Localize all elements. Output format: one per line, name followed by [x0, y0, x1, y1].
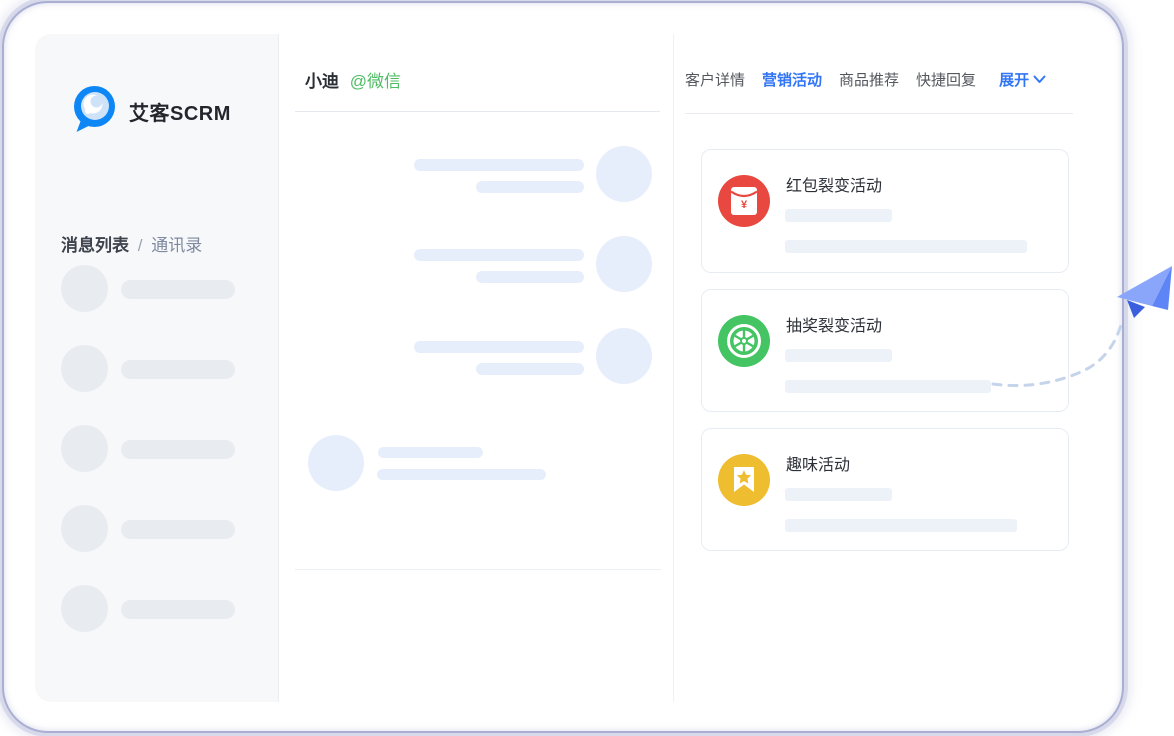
expand-label: 展开	[999, 69, 1029, 90]
brand-logo: 艾客SCRM	[70, 87, 231, 135]
contact-name: 小迪	[305, 72, 339, 91]
paper-plane-icon	[1117, 266, 1172, 318]
message-text-placeholder	[476, 363, 584, 375]
activity-card-lottery[interactable]: 抽奖裂变活动	[701, 289, 1069, 412]
sidebar-nav: 消息列表 / 通讯录	[61, 231, 202, 256]
sidebar: 艾客SCRM 消息列表 / 通讯录	[35, 34, 279, 702]
message-text-placeholder	[414, 159, 584, 171]
card-text-placeholder	[785, 349, 892, 362]
tab-marketing-activities[interactable]: 营销活动	[762, 69, 822, 90]
chat-list-item-placeholder	[61, 505, 271, 553]
text-placeholder	[121, 360, 235, 379]
detail-panel: 客户详情 营销活动 商品推荐 快捷回复 展开	[675, 34, 1095, 702]
chat-list-item-placeholder	[61, 585, 271, 633]
chat-header: 小迪 @微信	[305, 67, 401, 92]
avatar-placeholder	[61, 345, 108, 392]
tab-product-recommend[interactable]: 商品推荐	[839, 69, 899, 90]
message-text-placeholder	[476, 181, 584, 193]
card-title: 抽奖裂变活动	[786, 312, 882, 336]
text-placeholder	[121, 280, 235, 299]
message-text-placeholder	[414, 341, 584, 353]
chat-list-item-placeholder	[61, 425, 271, 473]
message-text-placeholder	[414, 249, 584, 261]
star-badge-icon	[718, 454, 770, 506]
message-text-placeholder	[377, 469, 546, 480]
app-screen: 艾客SCRM 消息列表 / 通讯录	[35, 34, 1095, 702]
sidebar-nav-separator: /	[138, 236, 143, 255]
tab-quick-reply[interactable]: 快捷回复	[916, 69, 976, 90]
activity-card-fun[interactable]: 趣味活动	[701, 428, 1069, 551]
chat-bubble-logo-icon	[70, 85, 118, 138]
svg-text:¥: ¥	[741, 199, 748, 211]
card-text-placeholder	[785, 380, 991, 393]
card-text-placeholder	[785, 209, 892, 222]
text-placeholder	[121, 440, 235, 459]
lottery-wheel-icon	[718, 315, 770, 367]
avatar-placeholder	[61, 505, 108, 552]
card-title: 红包裂变活动	[786, 172, 882, 196]
marketing-mockup: 艾客SCRM 消息列表 / 通讯录	[0, 0, 1174, 736]
divider	[295, 569, 661, 570]
activity-card-red-packet[interactable]: ¥ 红包裂变活动	[701, 149, 1069, 273]
avatar-placeholder	[61, 265, 108, 312]
card-text-placeholder	[785, 488, 892, 501]
red-packet-icon: ¥	[718, 175, 770, 227]
card-title: 趣味活动	[786, 451, 850, 475]
message-avatar-placeholder	[596, 146, 652, 202]
message-avatar-placeholder	[596, 236, 652, 292]
chat-list-item-placeholder	[61, 265, 271, 313]
message-avatar-placeholder	[596, 328, 652, 384]
text-placeholder	[121, 520, 235, 539]
detail-tabs: 客户详情 营销活动 商品推荐 快捷回复 展开	[685, 69, 1046, 90]
message-avatar-placeholder	[308, 435, 364, 491]
expand-button[interactable]: 展开	[999, 69, 1046, 90]
divider	[685, 113, 1073, 114]
chevron-down-icon	[1033, 71, 1046, 88]
avatar-placeholder	[61, 425, 108, 472]
wechat-channel-tag: @微信	[350, 72, 401, 91]
sidebar-tab-contacts[interactable]: 通讯录	[151, 236, 202, 255]
card-text-placeholder	[785, 240, 1027, 253]
chat-list-item-placeholder	[61, 345, 271, 393]
device-frame: 艾客SCRM 消息列表 / 通讯录	[2, 1, 1124, 733]
message-text-placeholder	[476, 271, 584, 283]
text-placeholder	[121, 600, 235, 619]
message-text-placeholder	[378, 447, 483, 458]
sidebar-tab-messages[interactable]: 消息列表	[61, 236, 129, 255]
chat-panel: 小迪 @微信	[279, 34, 674, 702]
divider	[295, 111, 660, 112]
avatar-placeholder	[61, 585, 108, 632]
card-text-placeholder	[785, 519, 1017, 532]
tab-customer-details[interactable]: 客户详情	[685, 69, 745, 90]
brand-name: 艾客SCRM	[129, 97, 231, 126]
